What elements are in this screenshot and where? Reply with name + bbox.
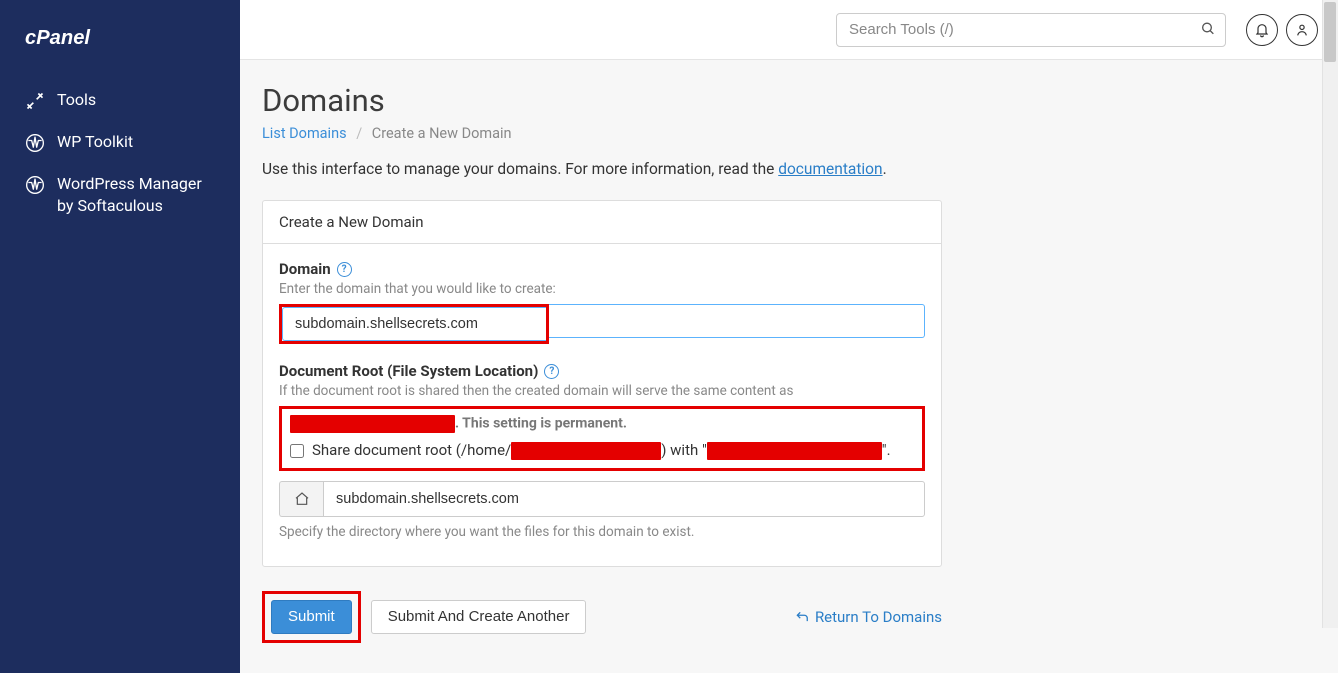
sidebar-item-label: Tools (57, 89, 96, 111)
domain-field-group: Domain ? Enter the domain that you would… (279, 260, 925, 344)
domain-help-icon[interactable]: ? (337, 262, 352, 277)
create-domain-panel: Create a New Domain Domain ? Enter the d… (262, 200, 942, 567)
main: Domains List Domains / Create a New Doma… (240, 0, 1338, 673)
home-icon (294, 491, 310, 507)
submit-another-button[interactable]: Submit And Create Another (371, 600, 587, 634)
intro-prefix: Use this interface to manage your domain… (262, 160, 778, 178)
permanent-text: . This setting is permanent. (455, 416, 627, 432)
breadcrumb-link-list-domains[interactable]: List Domains (262, 125, 347, 142)
scrollbar[interactable] (1322, 0, 1338, 628)
search-input[interactable] (836, 13, 1226, 47)
cpanel-logo-icon: cPanel (25, 25, 141, 50)
search-icon (1200, 20, 1216, 36)
redacted-path (511, 442, 661, 460)
return-link-label: Return To Domains (815, 608, 942, 626)
domain-input-row (279, 304, 925, 344)
user-icon (1294, 22, 1310, 38)
docroot-field-group: Document Root (File System Location) ? I… (279, 362, 925, 541)
share-docroot-label: Share document root (/home/ ) with " ". (312, 441, 891, 460)
sidebar-item-tools[interactable]: Tools (0, 79, 240, 121)
share-docroot-checkbox[interactable] (290, 444, 304, 458)
panel-body: Domain ? Enter the domain that you would… (263, 244, 941, 566)
docroot-highlight-box: . This setting is permanent. Share docum… (279, 406, 925, 471)
directory-help-text: Specify the directory where you want the… (279, 523, 925, 541)
documentation-link[interactable]: documentation (778, 160, 882, 178)
brand-logo: cPanel (0, 25, 240, 79)
intro-suffix: . (883, 160, 887, 178)
page-title: Domains (262, 82, 1316, 119)
content: Domains List Domains / Create a New Doma… (240, 60, 1338, 673)
return-arrow-icon (795, 610, 809, 624)
breadcrumb: List Domains / Create a New Domain (262, 125, 1316, 142)
sidebar-item-wp-toolkit[interactable]: WP Toolkit (0, 121, 240, 163)
sidebar-nav: Tools WP Toolkit WordPress Manager by So… (0, 79, 240, 226)
return-to-domains-link[interactable]: Return To Domains (795, 608, 942, 626)
intro-text: Use this interface to manage your domain… (262, 160, 1316, 178)
directory-input-group (279, 481, 925, 517)
actions-left: Submit Submit And Create Another (262, 591, 586, 643)
breadcrumb-separator: / (356, 125, 362, 142)
docroot-help-icon[interactable]: ? (544, 364, 559, 379)
topbar (240, 0, 1338, 60)
submit-button[interactable]: Submit (271, 600, 352, 634)
checkbox-suffix: ". (882, 441, 891, 459)
docroot-permanent-line: . This setting is permanent. (290, 415, 914, 433)
domain-input-extension (549, 304, 925, 338)
sidebar-item-label: WordPress Manager by Softaculous (57, 173, 215, 216)
account-button[interactable] (1286, 14, 1318, 46)
redacted-domain (290, 415, 455, 433)
domain-input[interactable] (282, 307, 546, 341)
panel-header: Create a New Domain (263, 201, 941, 244)
checkbox-prefix: Share document root (/home/ (312, 441, 511, 459)
submit-highlight-box: Submit (262, 591, 361, 643)
breadcrumb-current: Create a New Domain (372, 125, 512, 142)
domain-label: Domain (279, 260, 331, 278)
tools-icon (25, 91, 45, 111)
redacted-primary-domain (707, 442, 882, 460)
sidebar-item-wp-manager[interactable]: WordPress Manager by Softaculous (0, 163, 240, 226)
domain-highlight-box (279, 304, 549, 344)
directory-input[interactable] (323, 481, 925, 517)
scrollbar-thumb[interactable] (1324, 2, 1336, 62)
bell-icon (1254, 22, 1270, 38)
notifications-button[interactable] (1246, 14, 1278, 46)
docroot-help-line1: If the document root is shared then the … (279, 382, 925, 400)
directory-home-addon (279, 481, 323, 517)
wordpress-icon (25, 133, 45, 153)
svg-text:cPanel: cPanel (25, 27, 90, 49)
domain-help-text: Enter the domain that you would like to … (279, 280, 925, 298)
sidebar-item-label: WP Toolkit (57, 131, 133, 153)
checkbox-mid: ) with " (661, 441, 707, 459)
sidebar: cPanel Tools WP Toolkit WordPress Man (0, 0, 240, 673)
docroot-label: Document Root (File System Location) (279, 362, 538, 380)
share-docroot-row[interactable]: Share document root (/home/ ) with " ". (290, 441, 914, 460)
search-button[interactable] (1198, 18, 1218, 41)
search-wrap (836, 13, 1226, 47)
actions-row: Submit Submit And Create Another Return … (262, 591, 942, 643)
wordpress-icon (25, 175, 45, 195)
